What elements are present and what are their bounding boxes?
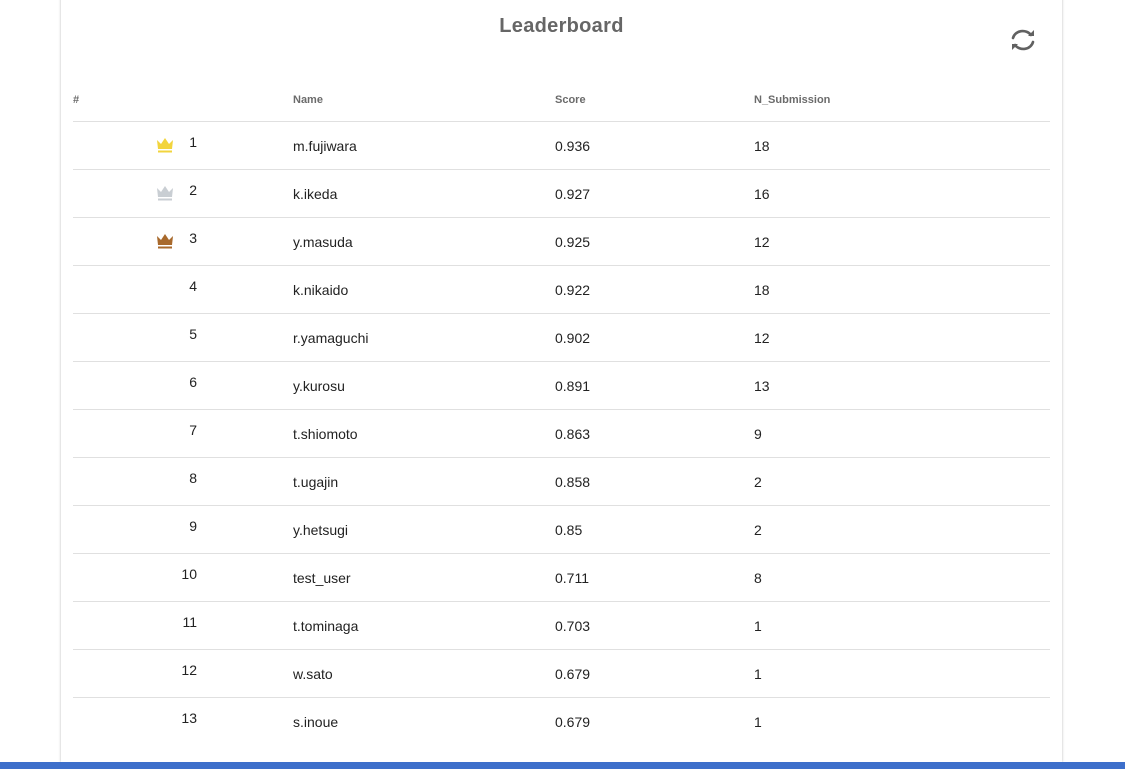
score-cell: 0.679 bbox=[555, 713, 591, 730]
rank-number: 1 bbox=[189, 133, 197, 150]
leaderboard-card: Leaderboard # Name Score N_Submission 1 … bbox=[61, 0, 1062, 762]
score-cell: 0.936 bbox=[555, 121, 754, 170]
user-name-cell: t.shiomoto bbox=[293, 409, 555, 458]
score-cell: 0.703 bbox=[555, 601, 754, 650]
table-row: 5 r.yamaguchi 0.902 12 bbox=[73, 313, 1050, 362]
refresh-icon bbox=[1011, 29, 1035, 51]
rank-number: 6 bbox=[189, 373, 197, 390]
table-row: 3 y.masuda 0.925 12 bbox=[73, 217, 1050, 266]
table-row: 12 w.sato 0.679 1 bbox=[73, 649, 1050, 698]
rank-cell: 7 bbox=[73, 409, 293, 458]
submission-count-cell: 12 bbox=[754, 217, 1050, 266]
table-row: 8 t.ugajin 0.858 2 bbox=[73, 457, 1050, 506]
rank-number: 8 bbox=[189, 469, 197, 486]
submission-count-cell: 8 bbox=[754, 553, 1050, 602]
rank-cell: 13 bbox=[73, 698, 293, 746]
rank-cell: 3 bbox=[73, 217, 293, 266]
rank-cell: 2 bbox=[73, 169, 293, 218]
rank-cell: 12 bbox=[73, 649, 293, 698]
table-row: 7 t.shiomoto 0.863 9 bbox=[73, 409, 1050, 458]
submission-count-cell: 9 bbox=[754, 409, 1050, 458]
table-row: 2 k.ikeda 0.927 16 bbox=[73, 169, 1050, 218]
table-row: 13 s.inoue 0.679 1 bbox=[73, 698, 1050, 746]
score-cell: 0.711 bbox=[555, 553, 754, 602]
rank-number: 9 bbox=[189, 517, 197, 534]
rank-cell: 4 bbox=[73, 265, 293, 314]
user-name-cell: r.yamaguchi bbox=[293, 313, 555, 362]
submission-count-cell: 16 bbox=[754, 169, 1050, 218]
rank-number: 5 bbox=[189, 325, 197, 342]
table-header-row: # Name Score N_Submission bbox=[73, 78, 1050, 122]
rank-cell: 8 bbox=[73, 457, 293, 506]
user-name-cell: y.kurosu bbox=[293, 361, 555, 410]
silver-crown-icon bbox=[157, 186, 173, 201]
user-name-cell: t.tominaga bbox=[293, 601, 555, 650]
table-row: 4 k.nikaido 0.922 18 bbox=[73, 265, 1050, 314]
rank-number: 7 bbox=[189, 421, 197, 438]
rank-number: 3 bbox=[189, 229, 197, 246]
submission-count-cell: 18 bbox=[754, 265, 1050, 314]
user-name-cell: y.hetsugi bbox=[293, 505, 555, 554]
submission-count-cell: 1 bbox=[754, 601, 1050, 650]
table-row: 1 m.fujiwara 0.936 18 bbox=[73, 121, 1050, 170]
table-row: 6 y.kurosu 0.891 13 bbox=[73, 361, 1050, 410]
score-cell: 0.922 bbox=[555, 265, 754, 314]
page: Leaderboard # Name Score N_Submission 1 … bbox=[0, 0, 1125, 769]
score-cell: 0.858 bbox=[555, 457, 754, 506]
gold-crown-icon bbox=[157, 138, 173, 153]
rank-number: 10 bbox=[181, 565, 197, 582]
bottom-bar bbox=[0, 762, 1125, 769]
table-row: 10 test_user 0.711 8 bbox=[73, 553, 1050, 602]
submission-count-cell: 2 bbox=[754, 457, 1050, 506]
leaderboard-table: # Name Score N_Submission 1 m.fujiwara 0.9… bbox=[73, 78, 1050, 745]
table-row: 9 y.hetsugi 0.85 2 bbox=[73, 505, 1050, 554]
refresh-button[interactable] bbox=[1006, 25, 1040, 55]
user-name-cell: k.ikeda bbox=[293, 169, 555, 218]
submission-count-cell: 2 bbox=[754, 505, 1050, 554]
rank-cell: 11 bbox=[73, 601, 293, 650]
table-row: 11 t.tominaga 0.703 1 bbox=[73, 601, 1050, 650]
score-cell: 0.863 bbox=[555, 409, 754, 458]
column-header-submissions[interactable]: N_Submission bbox=[754, 78, 1050, 122]
user-name-cell: y.masuda bbox=[293, 217, 555, 266]
submission-count-cell: 1 bbox=[754, 649, 1050, 698]
score-cell: 0.85 bbox=[555, 505, 754, 554]
table-body: 1 m.fujiwara 0.936 18 2 k.ikeda 0.927 16 3 y.masu… bbox=[73, 121, 1050, 746]
user-name-cell: k.nikaido bbox=[293, 265, 555, 314]
score-cell: 0.679 bbox=[555, 649, 754, 698]
rank-cell: 5 bbox=[73, 313, 293, 362]
rank-cell: 6 bbox=[73, 361, 293, 410]
rank-number: 13 bbox=[181, 709, 197, 726]
bronze-crown-icon bbox=[157, 234, 173, 249]
user-name-cell: m.fujiwara bbox=[293, 121, 555, 170]
rank-cell: 1 bbox=[73, 121, 293, 170]
column-header-score[interactable]: Score bbox=[555, 78, 754, 122]
column-header-rank[interactable]: # bbox=[73, 78, 293, 122]
rank-cell: 9 bbox=[73, 505, 293, 554]
submission-count-cell: 1 bbox=[754, 713, 762, 730]
score-cell: 0.925 bbox=[555, 217, 754, 266]
rank-number: 12 bbox=[181, 661, 197, 678]
score-cell: 0.902 bbox=[555, 313, 754, 362]
score-cell: 0.891 bbox=[555, 361, 754, 410]
rank-number: 11 bbox=[182, 613, 197, 630]
user-name-cell: test_user bbox=[293, 553, 555, 602]
rank-cell: 10 bbox=[73, 553, 293, 602]
user-name-cell: w.sato bbox=[293, 649, 555, 698]
user-name-cell: s.inoue bbox=[293, 713, 339, 730]
user-name-cell: t.ugajin bbox=[293, 457, 555, 506]
rank-number: 4 bbox=[189, 277, 197, 294]
submission-count-cell: 12 bbox=[754, 313, 1050, 362]
page-title: Leaderboard bbox=[499, 15, 624, 37]
submission-count-cell: 13 bbox=[754, 361, 1050, 410]
submission-count-cell: 18 bbox=[754, 121, 1050, 170]
score-cell: 0.927 bbox=[555, 169, 754, 218]
column-header-name[interactable]: Name bbox=[293, 78, 555, 122]
rank-number: 2 bbox=[189, 181, 197, 198]
